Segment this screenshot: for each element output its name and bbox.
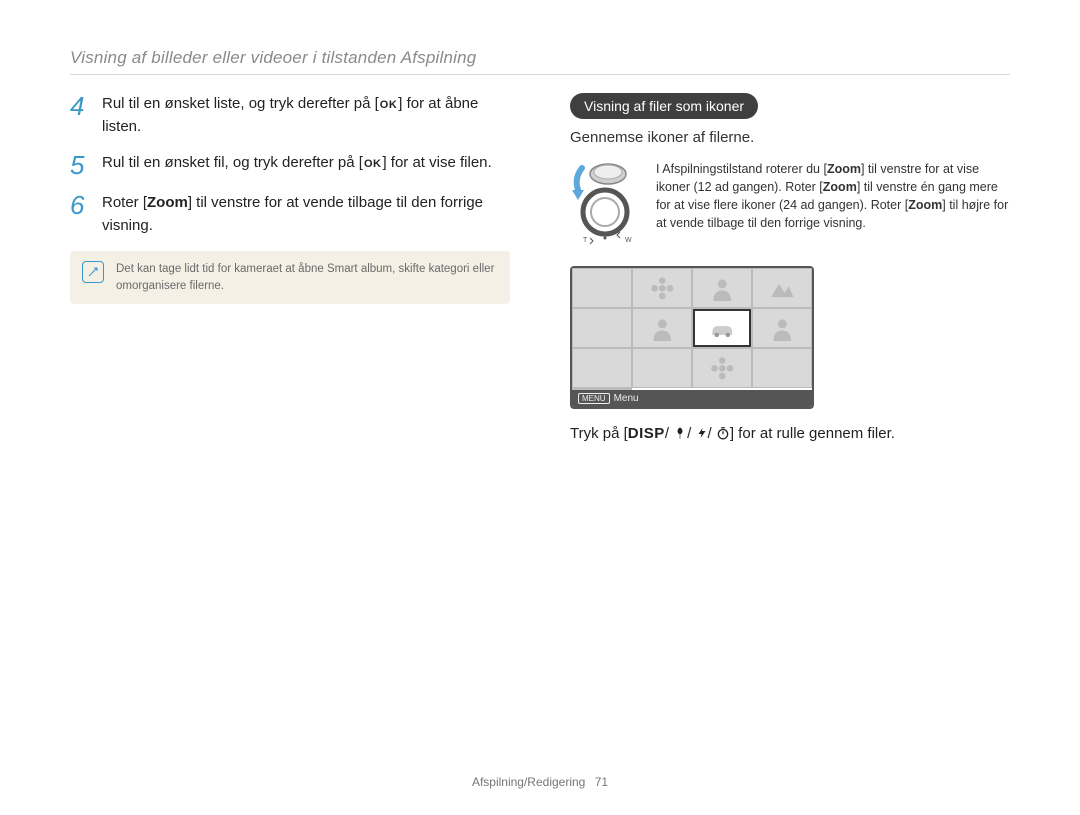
thumbnail-grid	[572, 268, 812, 390]
flower-icon	[642, 275, 683, 302]
step-number: 5	[70, 152, 88, 178]
disp-label: DISP	[628, 425, 665, 442]
left-column: 4 Rul til en ønsket liste, og tryk deref…	[70, 93, 510, 442]
note-text: Det kan tage lidt tid for kameraet at åb…	[116, 261, 498, 294]
menu-icon: MENU	[578, 393, 610, 404]
thumbnail-cell-selected	[692, 308, 752, 348]
thumbnail-cell	[572, 268, 632, 308]
text-fragment: /	[687, 425, 691, 442]
step-number: 6	[70, 192, 88, 237]
lcd-thumbnail-mock: MENU Menu	[570, 266, 814, 409]
thumbnail-cell	[692, 348, 752, 388]
right-column: Visning af filer som ikoner Gennemse iko…	[570, 93, 1010, 442]
text-fragment: /	[665, 425, 669, 442]
flash-icon	[696, 426, 708, 440]
macro-icon	[673, 426, 687, 440]
section-pill: Visning af filer som ikoner	[570, 93, 758, 119]
person-icon	[642, 315, 683, 342]
page-footer: Afspilning/Redigering 71	[0, 775, 1080, 789]
text-fragment: Rul til en ønsket fil, og tryk derefter …	[102, 154, 363, 171]
step-4: 4 Rul til en ønsket liste, og tryk deref…	[70, 93, 510, 138]
zoom-instruction-block: T W I Afspilningstilstand roterer du [Zo…	[570, 160, 1010, 246]
thumbnail-cell	[692, 268, 752, 308]
thumbnail-cell	[752, 348, 812, 388]
zoom-label: Zoom	[147, 194, 188, 211]
section-subtext: Gennemse ikoner af filerne.	[570, 129, 1010, 146]
person-icon	[762, 315, 803, 342]
thumbnail-cell	[752, 268, 812, 308]
step-6: 6 Roter [Zoom] til venstre for at vende …	[70, 192, 510, 237]
thumbnail-cell	[632, 268, 692, 308]
page-title: Visning af billeder eller videoer i tils…	[70, 48, 1010, 68]
thumbnail-cell	[572, 308, 632, 348]
title-rule	[70, 74, 1010, 75]
content-columns: 4 Rul til en ønsket liste, og tryk deref…	[70, 93, 1010, 442]
info-icon	[82, 261, 104, 283]
step-number: 4	[70, 93, 88, 138]
thumbnail-cell	[572, 348, 632, 388]
thumbnail-cell	[752, 308, 812, 348]
flower-icon	[702, 355, 743, 382]
text-fragment: Tryk på [	[570, 425, 628, 442]
thumbnail-cell	[632, 308, 692, 348]
text-fragment: Roter [	[102, 194, 147, 211]
zoom-label: Zoom	[827, 162, 861, 176]
car-icon	[702, 315, 743, 342]
ok-button-label: OK	[379, 97, 399, 114]
mountain-icon	[762, 275, 803, 302]
zoom-label: Zoom	[908, 198, 942, 212]
menu-label: Menu	[614, 393, 639, 404]
timer-icon	[716, 426, 730, 440]
thumbnail-cell	[572, 388, 632, 390]
step-text: Rul til en ønsket liste, og tryk derefte…	[102, 93, 510, 138]
text-fragment: /	[708, 425, 712, 442]
manual-page: Visning af billeder eller videoer i tils…	[0, 0, 1080, 815]
zoom-dial-illustration: T W	[570, 160, 640, 246]
thumbnail-cell	[632, 348, 692, 388]
text-fragment: ] for at vise filen.	[382, 154, 491, 171]
step-text: Rul til en ønsket fil, og tryk derefter …	[102, 152, 492, 178]
zoom-label: Zoom	[823, 180, 857, 194]
text-fragment: ] for at rulle gennem filer.	[730, 425, 895, 442]
lcd-menu-bar: MENU Menu	[572, 390, 812, 407]
zoom-instruction-text: I Afspilningstilstand roterer du [Zoom] …	[656, 160, 1010, 246]
step-text: Roter [Zoom] til venstre for at vende ti…	[102, 192, 510, 237]
note-box: Det kan tage lidt tid for kameraet at åb…	[70, 251, 510, 304]
svg-text:W: W	[625, 237, 632, 244]
page-number: 71	[595, 775, 608, 789]
footer-section: Afspilning/Redigering	[472, 775, 585, 789]
text-fragment: I Afspilningstilstand roterer du [	[656, 162, 827, 176]
scroll-caption: Tryk på [DISP/ / / ] for at rulle gennem…	[570, 425, 1010, 442]
ok-button-label: OK	[363, 156, 383, 173]
zoom-dial-icon: T W	[572, 160, 638, 246]
svg-text:T: T	[583, 237, 588, 244]
step-5: 5 Rul til en ønsket fil, og tryk derefte…	[70, 152, 510, 178]
person-icon	[702, 275, 743, 302]
text-fragment: Rul til en ønsket liste, og tryk derefte…	[102, 95, 379, 112]
